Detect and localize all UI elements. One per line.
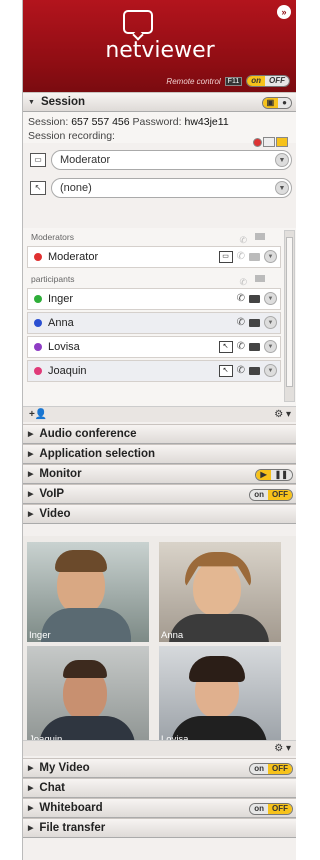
session-recording-label: Session recording: (28, 130, 115, 142)
collapsed-arrow-icon: ▶ (28, 765, 34, 772)
camera-icon (255, 275, 265, 282)
section-chat[interactable]: ▶ Chat (23, 778, 296, 798)
status-dot (34, 319, 42, 327)
section-monitor[interactable]: ▶ Monitor ▶ ❚❚ (23, 464, 296, 484)
camera-icon[interactable] (249, 318, 260, 327)
brand-title: netviewer (105, 38, 215, 63)
f11-badge: F11 (224, 76, 243, 86)
phone-icon[interactable]: ✆ (237, 251, 245, 262)
video-footer: ⚙ ▾ (23, 740, 296, 756)
video-tile[interactable]: Lovisa (159, 646, 281, 746)
video-tile-label: Inger (29, 630, 51, 641)
collapse-icon[interactable]: » (277, 5, 291, 19)
monitor-play-pause[interactable]: ▶ ❚❚ (255, 468, 293, 481)
presenter-row: ▭ Moderator ▼ (23, 149, 296, 171)
camera-icon[interactable] (249, 342, 260, 351)
presenter-icon[interactable]: ▭ (218, 250, 233, 263)
chevron-down-icon[interactable]: ▼ (264, 316, 277, 329)
whiteboard-toggle[interactable]: on OFF (249, 802, 293, 815)
collapsed-arrow-icon: ▶ (28, 511, 34, 518)
section-video[interactable]: ▶ Video (23, 504, 296, 524)
cursor-icon[interactable]: ↖ (218, 340, 233, 353)
control-select[interactable]: (none) ▼ (51, 178, 292, 198)
status-dot (34, 253, 42, 261)
cursor-icon[interactable]: ↖ (218, 364, 233, 377)
netviewer-panel: » netviewer Remote control F11 on OFF ▼ S… (22, 0, 296, 860)
presenter-select[interactable]: Moderator ▼ (51, 150, 292, 170)
presenter-icon: ▭ (30, 153, 46, 167)
collapsed-arrow-icon: ▶ (28, 451, 34, 458)
section-file-transfer[interactable]: ▶ File transfer (23, 818, 296, 838)
status-dot (34, 295, 42, 303)
stop-icon[interactable] (276, 137, 288, 147)
section-voip[interactable]: ▶ VoIP on OFF (23, 484, 296, 504)
recording-controls[interactable] (253, 137, 288, 147)
chevron-down-icon[interactable]: ▼ (264, 292, 277, 305)
section-whiteboard[interactable]: ▶ Whiteboard on OFF (23, 798, 296, 818)
list-item-participant[interactable]: Lovisa ↖ ✆ ▼ (27, 336, 281, 358)
video-tile[interactable]: Anna (159, 542, 281, 642)
list-item-participant[interactable]: Inger ✆ ▼ (27, 288, 281, 310)
collapsed-arrow-icon: ▶ (28, 491, 34, 498)
chevron-down-icon[interactable]: ▼ (264, 364, 277, 377)
pause-icon[interactable] (263, 137, 275, 147)
gear-icon[interactable]: ⚙ ▾ (274, 741, 291, 756)
control-row: ↖ (none) ▼ (23, 177, 296, 199)
phone-icon[interactable]: ✆ (237, 317, 245, 328)
video-grid: Inger Anna Joaquin Lovisa (23, 536, 296, 746)
collapsed-arrow-icon: ▶ (28, 785, 34, 792)
netviewer-logo-icon (123, 10, 153, 34)
section-my-video[interactable]: ▶ My Video on OFF (23, 758, 296, 778)
session-header[interactable]: ▼ Session ▣ ● (23, 92, 296, 112)
participant-list: Moderators ✆ Moderator ▭ ✆ ▼ participants ✆ … (23, 228, 296, 406)
add-user-button[interactable]: +👤 (29, 409, 47, 420)
remote-control-toggle[interactable]: on OFF (246, 75, 290, 87)
video-tile[interactable]: Inger (27, 542, 149, 642)
moderators-group-label: Moderators ✆ (23, 228, 296, 246)
app-header: » netviewer Remote control F11 on OFF (23, 0, 296, 92)
session-footer: +👤 ⚙ ▾ (23, 406, 296, 422)
camera-icon[interactable] (249, 366, 260, 375)
phone-icon[interactable]: ✆ (237, 341, 245, 352)
phone-icon[interactable]: ✆ (237, 293, 245, 304)
collapsed-arrow-icon: ▶ (28, 805, 34, 812)
participants-group-label: participants ✆ (23, 270, 296, 288)
section-application-selection[interactable]: ▶ Application selection (23, 444, 296, 464)
chevron-down-icon: ▼ (275, 181, 289, 195)
list-item-participant[interactable]: Anna ✆ ▼ (27, 312, 281, 334)
status-dot (34, 367, 42, 375)
collapsed-arrow-icon: ▶ (28, 431, 34, 438)
remote-control-row: Remote control F11 on OFF (166, 75, 290, 87)
my-video-toggle[interactable]: on OFF (249, 762, 293, 775)
session-options[interactable]: ▣ ● (261, 96, 292, 109)
video-tile[interactable]: Joaquin (27, 646, 149, 746)
list-item-moderator[interactable]: Moderator ▭ ✆ ▼ (27, 246, 281, 268)
list-item-participant[interactable]: Joaquin ↖ ✆ ▼ (27, 360, 281, 382)
video-tile-label: Anna (161, 630, 184, 641)
gear-icon[interactable]: ⚙ ▾ (274, 407, 291, 422)
collapsed-arrow-icon: ▶ (28, 471, 34, 478)
phone-icon[interactable]: ✆ (237, 365, 245, 376)
expanded-arrow-icon: ▼ (28, 98, 35, 106)
scrollbar-thumb[interactable] (286, 237, 293, 387)
section-audio-conference[interactable]: ▶ Audio conference (23, 424, 296, 444)
session-title: Session (40, 96, 86, 108)
session-id: 657 557 456 (71, 116, 130, 128)
chevron-down-icon: ▼ (275, 153, 289, 167)
record-icon[interactable] (253, 138, 262, 147)
scrollbar[interactable] (284, 230, 295, 402)
camera-icon[interactable] (249, 294, 260, 303)
collapsed-arrow-icon: ▶ (28, 825, 34, 832)
chevron-down-icon[interactable]: ▼ (264, 340, 277, 353)
status-dot (34, 343, 42, 351)
camera-icon (255, 233, 265, 240)
voip-toggle[interactable]: on OFF (249, 488, 293, 501)
session-password: hw43je11 (184, 116, 229, 128)
remote-control-label: Remote control (166, 76, 221, 86)
cursor-icon: ↖ (30, 181, 46, 195)
camera-icon[interactable] (249, 252, 260, 261)
chevron-down-icon[interactable]: ▼ (264, 250, 277, 263)
